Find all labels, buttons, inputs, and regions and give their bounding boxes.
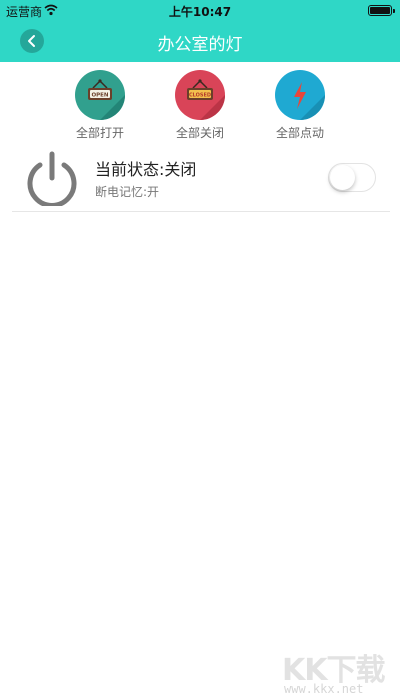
clock: 上午10:47 [168, 5, 232, 19]
watermark: KK下载 www.kkx.net [282, 645, 397, 697]
all-pulse-button[interactable]: 全部点动 [260, 70, 340, 141]
page-title: 办公室的灯 [157, 35, 243, 55]
all-off-button[interactable]: CLOSED 全部关闭 [160, 70, 240, 141]
light-switch-toggle[interactable] [328, 163, 376, 192]
closed-sign-text: CLOSED [189, 93, 211, 99]
current-state-text: 当前状态:关闭 [95, 160, 197, 179]
device-row: 当前状态:关闭 断电记忆:开 [12, 140, 390, 212]
power-memory-text: 断电记忆:开 [95, 185, 160, 199]
all-off-label: 全部关闭 [175, 126, 224, 140]
all-on-button[interactable]: OPEN 全部打开 [60, 70, 140, 141]
toggle-knob [330, 165, 355, 190]
action-bar: OPEN 全部打开 CLOSED 全部关闭 全部点动 [0, 70, 400, 140]
nav-bar: 办公室的灯 [0, 20, 400, 62]
open-sign-text: OPEN [91, 93, 108, 99]
battery-icon [368, 5, 395, 16]
all-on-label: 全部打开 [75, 126, 124, 140]
lightning-icon [275, 70, 325, 120]
power-icon [27, 151, 77, 206]
all-pulse-label: 全部点动 [275, 126, 324, 140]
watermark-url: www.kkx.net [284, 682, 364, 696]
open-sign-icon: OPEN [75, 70, 125, 120]
status-bar: 运营商 上午10:47 [0, 0, 400, 20]
closed-sign-icon: CLOSED [175, 70, 225, 120]
